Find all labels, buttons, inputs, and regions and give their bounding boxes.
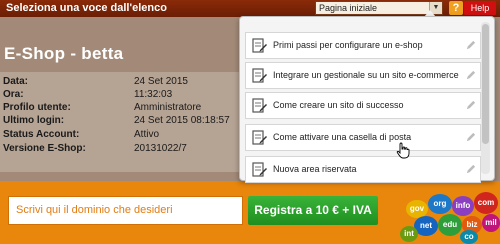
tld-bubbles-graphic: gov org info com net edu biz mil int co — [400, 190, 500, 244]
document-edit-icon — [252, 98, 267, 113]
top-bar-title: Seleziona una voce dall'elenco — [6, 2, 167, 14]
info-label: Ultimo login: — [3, 115, 65, 126]
hand-cursor-icon — [396, 142, 410, 159]
info-row-profile: Profilo utente: Amministratore — [3, 102, 238, 115]
scrollbar-thumb[interactable] — [482, 24, 489, 144]
info-label: Status Account: — [3, 129, 80, 140]
pencil-icon[interactable] — [465, 40, 476, 51]
help-button[interactable]: Help — [464, 1, 496, 15]
menu-item-label: Integrare un gestionale su un sito e-com… — [273, 70, 459, 80]
info-label: Data: — [3, 76, 29, 87]
tld-bubble: com — [474, 192, 498, 214]
document-edit-icon — [252, 38, 267, 53]
pencil-icon[interactable] — [465, 70, 476, 81]
info-row-date: Data: 24 Set 2015 — [3, 76, 238, 89]
page-title: E-Shop - betta — [4, 44, 124, 63]
account-info-panel: Data: 24 Set 2015 Ora: 11:32:03 Profilo … — [0, 72, 240, 172]
pencil-icon[interactable] — [465, 132, 476, 143]
tld-bubble: int — [400, 226, 418, 242]
menu-item-successful-site[interactable]: Come creare un sito di successo — [245, 92, 481, 119]
domain-input[interactable]: Scrivi qui il dominio che desideri — [8, 196, 243, 225]
document-edit-icon — [252, 68, 267, 83]
menu-item-label: Come creare un sito di successo — [273, 100, 404, 110]
info-label: Profilo utente: — [3, 102, 71, 113]
menu-item-activate-mailbox[interactable]: Come attivare una casella di posta — [245, 124, 481, 151]
tld-bubble: org — [428, 194, 452, 214]
menu-item-integrate-erp[interactable]: Integrare un gestionale su un sito e-com… — [245, 62, 481, 89]
info-value: Amministratore — [134, 102, 202, 113]
tld-bubble: co — [460, 230, 478, 244]
document-edit-icon — [252, 130, 267, 145]
info-value: 11:32:03 — [134, 89, 173, 100]
info-label: Ora: — [3, 89, 24, 100]
pencil-icon[interactable] — [465, 100, 476, 111]
menu-item-new-reserved-area[interactable]: Nuova area riservata — [245, 156, 481, 183]
tld-bubble: info — [452, 196, 474, 216]
info-value: 24 Set 2015 — [134, 76, 188, 87]
menu-item-label: Come attivare una casella di posta — [273, 132, 412, 142]
tld-bubble: mil — [482, 214, 500, 232]
document-edit-icon — [252, 162, 267, 177]
register-button[interactable]: Registra a 10 € + IVA — [248, 196, 378, 225]
help-topics-popup: Primi passi per configurare un e-shop In… — [239, 16, 495, 183]
info-row-version: Versione E-Shop: 20131022/7 — [3, 143, 238, 156]
menu-item-first-steps[interactable]: Primi passi per configurare un e-shop — [245, 32, 481, 59]
info-label: Versione E-Shop: — [3, 143, 86, 154]
info-row-last-login: Ultimo login: 24 Set 2015 08:18:57 — [3, 115, 238, 128]
tld-bubble: edu — [438, 214, 462, 236]
info-value: Attivo — [134, 129, 160, 140]
question-icon[interactable]: ? — [449, 1, 463, 15]
popup-scrollbar[interactable] — [481, 22, 490, 174]
pencil-icon[interactable] — [465, 164, 476, 175]
menu-item-label: Nuova area riservata — [273, 164, 357, 174]
page-select-value: Pagina iniziale — [319, 3, 378, 13]
info-row-time: Ora: 11:32:03 — [3, 89, 238, 102]
info-value: 24 Set 2015 08:18:57 — [134, 115, 230, 126]
info-value: 20131022/7 — [134, 143, 187, 154]
info-row-status: Status Account: Attivo — [3, 129, 238, 142]
menu-item-label: Primi passi per configurare un e-shop — [273, 40, 423, 50]
